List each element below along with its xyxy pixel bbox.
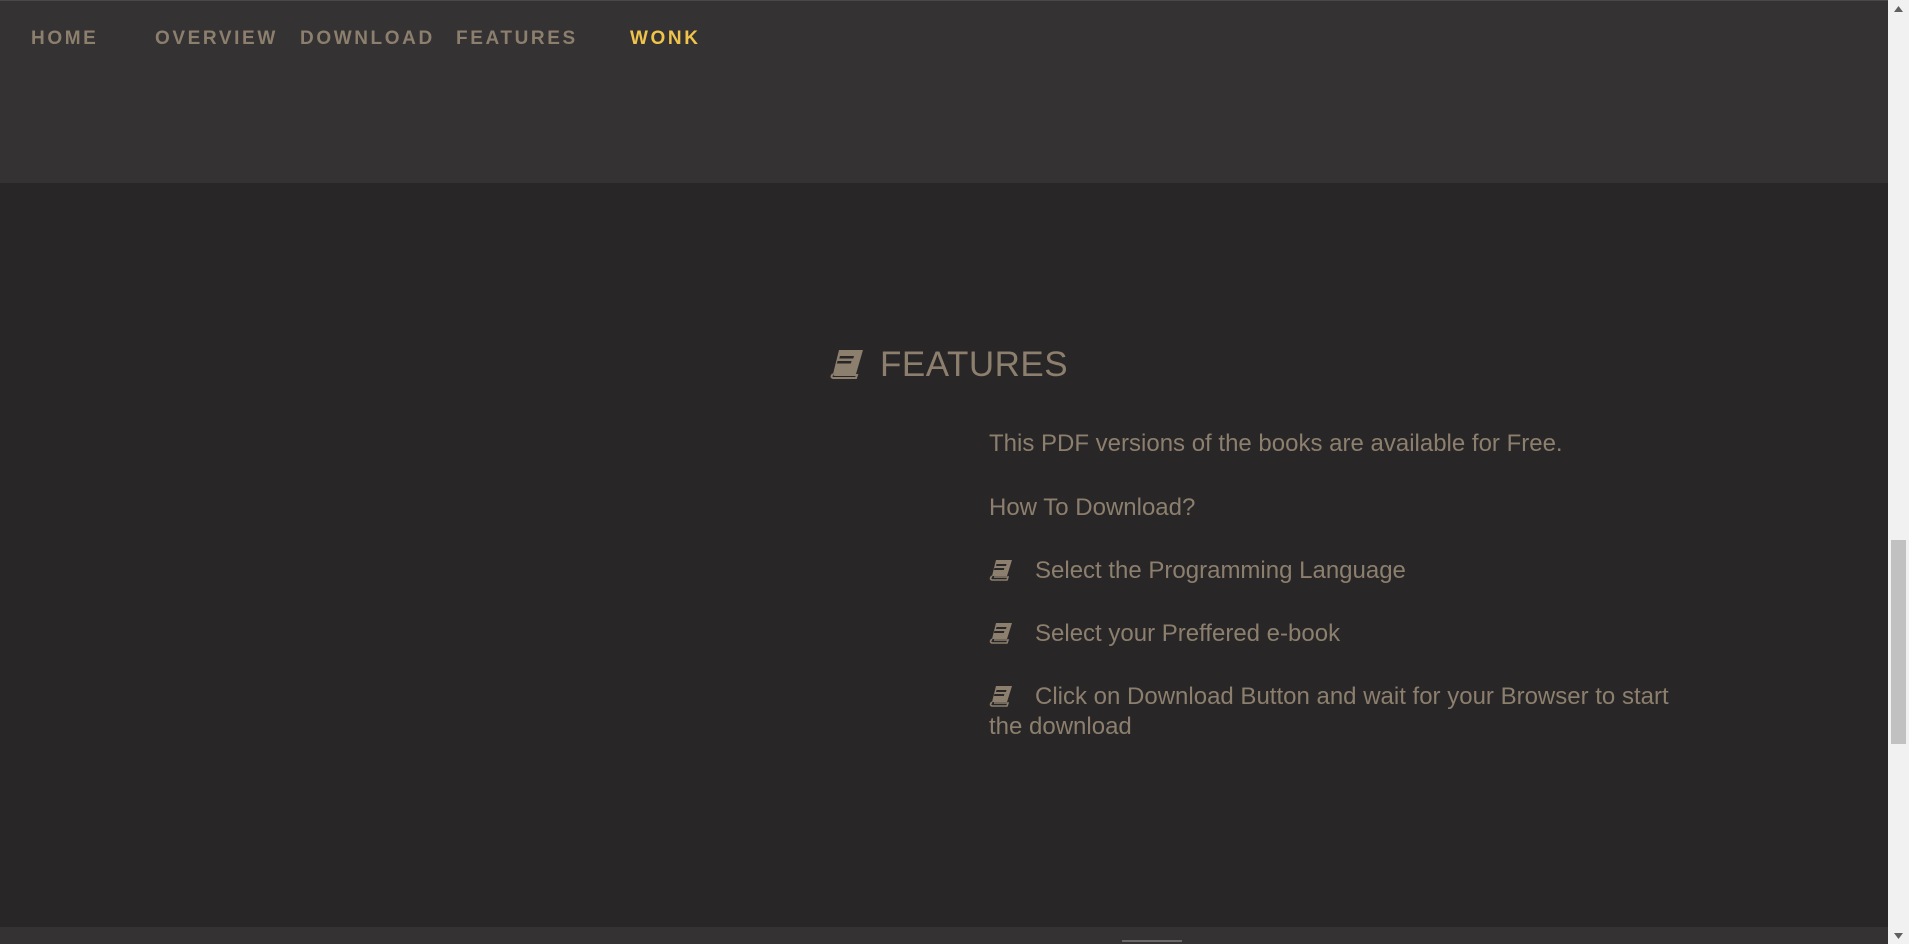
book-icon [989,560,1012,581]
book-icon [830,350,863,379]
nav-features-link[interactable]: FEATURES [456,28,578,50]
step-text: Click on Download Button and wait for yo… [989,683,1669,740]
horizontal-scroll-thumb[interactable] [1122,940,1182,942]
horizontal-scrollbar[interactable] [0,927,1888,944]
vertical-scroll-thumb[interactable] [1891,540,1906,744]
features-title: FEATURES [880,345,1069,384]
top-navigation: HOME OVERVIEW DOWNLOAD FEATURES WONK [0,0,1888,183]
book-icon [989,686,1012,707]
step-item: Select the Programming Language [989,556,1669,586]
nav-home-link[interactable]: HOME [31,28,98,50]
page: HOME OVERVIEW DOWNLOAD FEATURES WONK FEA… [0,0,1909,944]
vertical-scrollbar[interactable] [1888,0,1909,944]
features-section [0,183,1888,927]
step-text: Select your Preffered e-book [1035,620,1341,647]
nav-download-link[interactable]: DOWNLOAD [300,28,435,50]
step-text: Select the Programming Language [1035,557,1406,584]
features-intro-text: This PDF versions of the books are avail… [989,430,1563,457]
scroll-up-arrow-icon[interactable] [1888,0,1909,17]
step-item: Click on Download Button and wait for yo… [989,682,1669,742]
book-icon [989,623,1012,644]
nav-overview-link[interactable]: OVERVIEW [155,28,278,50]
step-item: Select your Preffered e-book [989,619,1669,649]
nav-wonk-link[interactable]: WONK [630,28,701,50]
how-to-download-heading: How To Download? [989,494,1196,521]
scroll-down-arrow-icon[interactable] [1888,927,1909,944]
